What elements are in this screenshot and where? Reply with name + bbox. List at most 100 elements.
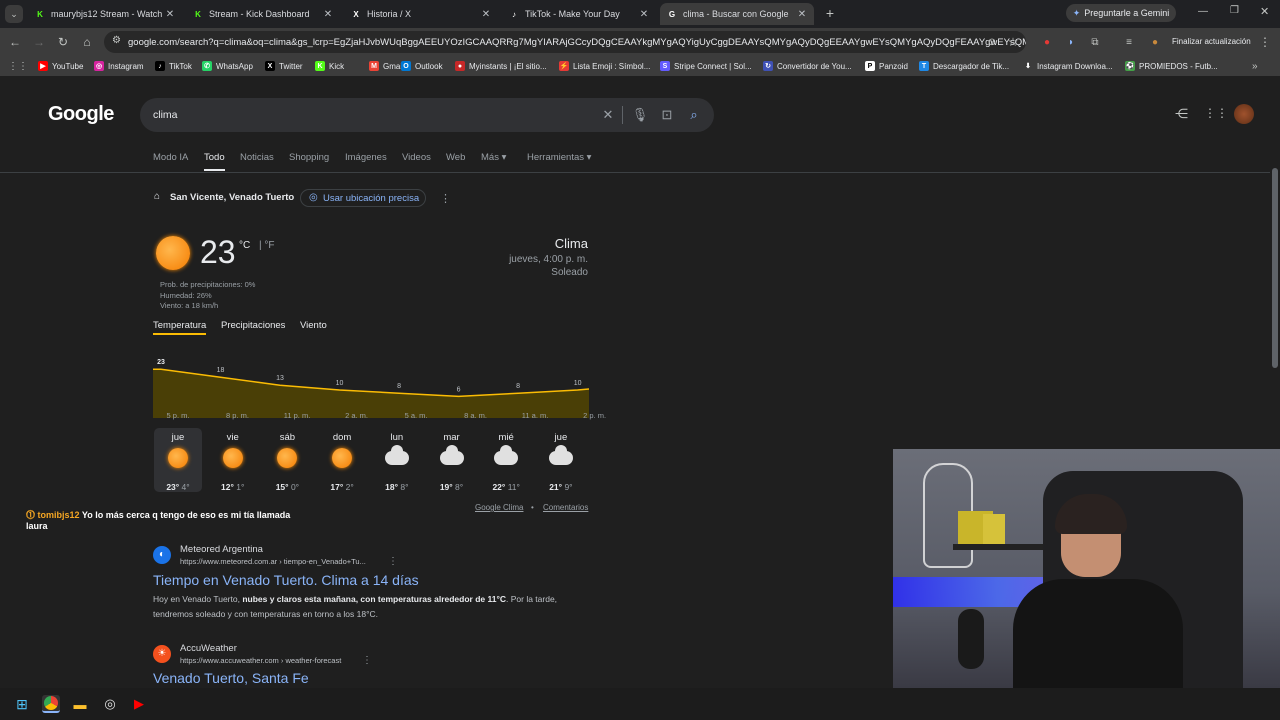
windows-start-icon[interactable]: ⊞	[13, 695, 31, 713]
close-window-button[interactable]: ✕	[1260, 5, 1269, 18]
tab-4[interactable]: ♪ TikTok - Make Your Day ✕	[502, 3, 656, 25]
new-tab-button[interactable]: +	[822, 5, 838, 21]
share-icon[interactable]: ⋲	[1175, 106, 1188, 122]
fahrenheit-toggle[interactable]: | °F	[259, 240, 274, 251]
result-site[interactable]: Meteored Argentina	[180, 544, 263, 555]
file-explorer-icon[interactable]: ▬	[71, 695, 89, 713]
bookmark-item[interactable]: K Kick	[315, 59, 344, 73]
bookmark-item[interactable]: P Panzoid	[865, 59, 908, 73]
tab-close-icon[interactable]: ✕	[796, 9, 808, 20]
forecast-day-7[interactable]: mié 22° 11°	[482, 428, 530, 492]
maximize-button[interactable]: ❐	[1230, 5, 1239, 16]
result-title[interactable]: Venado Tuerto, Santa Fe	[153, 670, 309, 686]
camera-search-icon[interactable]: ⊡	[659, 107, 675, 123]
result-url[interactable]: https://www.accuweather.com › weather-fo…	[180, 656, 341, 665]
nav-tab-9[interactable]: Herramientas ▾	[527, 152, 591, 163]
home-icon[interactable]: ⌂	[78, 33, 96, 51]
tab-search-button[interactable]: ⌄	[5, 5, 23, 23]
bookmark-item[interactable]: ▶ YouTube	[38, 59, 83, 73]
search-box[interactable]: clima ✕ 🎙 ⊡ ⌕	[140, 98, 714, 132]
bookmark-item[interactable]: ⬇ Instagram Downloa...	[1023, 59, 1113, 73]
menu-icon[interactable]: ⋮	[1256, 33, 1274, 51]
tab-2[interactable]: K Stream - Kick Dashboard ✕	[186, 3, 340, 25]
apps-icon[interactable]: ⋮⋮	[8, 59, 28, 73]
tab-viento[interactable]: Viento	[300, 320, 327, 331]
tab-title: clima - Buscar con Google	[683, 9, 789, 19]
update-button[interactable]: Finalizar actualización	[1172, 37, 1251, 46]
bookmark-star-icon[interactable]: ☆	[1004, 33, 1022, 51]
extension-red-icon[interactable]: ●	[1038, 33, 1056, 51]
forecast-day-8[interactable]: jue 21° 9°	[537, 428, 585, 492]
nav-tab-5[interactable]: Imágenes	[345, 152, 387, 163]
bookmark-item[interactable]: X Twitter	[265, 59, 303, 73]
precise-location-button[interactable]: ◎ Usar ubicación precisa	[300, 189, 426, 207]
tab-close-icon[interactable]: ✕	[480, 9, 492, 20]
address-bar[interactable]: ⚙ google.com/search?q=clima&oq=clima&gs_…	[104, 31, 1026, 53]
microphone-icon[interactable]: 🎙	[632, 107, 649, 123]
feedback-link[interactable]: Comentarios	[543, 503, 588, 512]
extension-audio-icon[interactable]: ◗	[1062, 33, 1080, 51]
result-title[interactable]: Tiempo en Venado Tuerto. Clima a 14 días	[153, 572, 419, 588]
bookmark-item[interactable]: ⚽ PROMIEDOS - Futb...	[1125, 59, 1218, 73]
nav-tab-8[interactable]: Más ▾	[481, 152, 506, 163]
minimize-button[interactable]: —	[1198, 6, 1208, 17]
forward-icon[interactable]: →	[30, 33, 48, 51]
nav-tab-3[interactable]: Noticias	[240, 152, 274, 163]
forecast-day-2[interactable]: vie 12° 1°	[209, 428, 257, 492]
nav-tab-6[interactable]: Videos	[402, 152, 431, 163]
celsius-toggle[interactable]: °C	[239, 240, 250, 251]
search-icon[interactable]: ⌕	[686, 107, 702, 123]
bookmark-item[interactable]: ↻ Convertidor de You...	[763, 59, 852, 73]
tab-5[interactable]: Gclima - Buscar con Google ✕	[660, 3, 814, 25]
bookmark-item[interactable]: T Descargador de Tik...	[919, 59, 1009, 73]
bookmark-item[interactable]: O Outlook	[401, 59, 443, 73]
chrome-taskbar-icon[interactable]	[42, 695, 60, 713]
tab-precipitaciones[interactable]: Precipitaciones	[221, 320, 285, 331]
tab-1[interactable]: Kmaurybjs12 Stream - Watch Liv ✕	[28, 3, 182, 25]
tab-close-icon[interactable]: ✕	[164, 9, 176, 20]
tab-close-icon[interactable]: ✕	[322, 9, 334, 20]
clear-icon[interactable]: ✕	[600, 107, 616, 123]
bookmark-item[interactable]: ✆ WhatsApp	[202, 59, 253, 73]
tab-close-icon[interactable]: ✕	[638, 9, 650, 20]
nav-tab-1[interactable]: Modo IA	[153, 152, 188, 163]
result-url[interactable]: https://www.meteored.com.ar › tiempo-en_…	[180, 557, 366, 566]
back-icon[interactable]: ←	[6, 33, 24, 51]
tab-temperatura[interactable]: Temperatura	[153, 320, 206, 331]
bookmark-item[interactable]: ● Myinstants | ¡El sitio...	[455, 59, 547, 73]
nav-tab-2[interactable]: Todo	[204, 152, 225, 163]
extensions-icon[interactable]: ⧉	[1086, 33, 1104, 51]
forecast-day-3[interactable]: sáb 15° 0°	[263, 428, 311, 492]
youtube-taskbar-icon[interactable]: ▶	[130, 695, 148, 713]
bookmark-item[interactable]: S Stripe Connect | Sol...	[660, 59, 752, 73]
scrollbar-thumb[interactable]	[1272, 168, 1278, 368]
forecast-day-1[interactable]: jue 23° 4°	[154, 428, 202, 492]
google-weather-link[interactable]: Google Clima	[475, 503, 523, 512]
bookmark-item[interactable]: ◎ Instagram	[94, 59, 144, 73]
app-taskbar-icon[interactable]: ◎	[101, 695, 119, 713]
media-icon[interactable]: ≡	[1120, 33, 1138, 51]
search-input[interactable]: clima	[153, 109, 178, 121]
result-site[interactable]: AccuWeather	[180, 643, 237, 654]
location-menu-icon[interactable]: ⋮	[440, 192, 451, 205]
site-info-icon[interactable]: ⚙	[112, 35, 121, 46]
location-icon[interactable]: ⊙	[983, 33, 1001, 51]
reload-icon[interactable]: ↻	[54, 33, 72, 51]
profile-avatar[interactable]: ●	[1146, 33, 1164, 51]
nav-tab-4[interactable]: Shopping	[289, 152, 329, 163]
more-bookmarks-icon[interactable]: »	[1252, 59, 1258, 73]
forecast-day-4[interactable]: dom 17° 2°	[318, 428, 366, 492]
result-menu-icon[interactable]: ⋮	[362, 655, 372, 666]
tab-3[interactable]: X Historia / X ✕	[344, 3, 498, 25]
gemini-button[interactable]: ✦ Preguntarle a Gemini	[1066, 4, 1176, 22]
forecast-day-6[interactable]: mar 19° 8°	[428, 428, 476, 492]
google-logo[interactable]: Google	[48, 103, 114, 126]
nav-tab-7[interactable]: Web	[446, 152, 465, 163]
bookmark-item[interactable]: M Gmail	[369, 59, 404, 73]
forecast-day-5[interactable]: lun 18° 8°	[373, 428, 421, 492]
result-menu-icon[interactable]: ⋮	[388, 556, 398, 567]
bookmark-item[interactable]: ♪ TikTok	[155, 59, 192, 73]
account-avatar[interactable]	[1234, 104, 1254, 124]
google-apps-icon[interactable]: ⋮⋮	[1204, 106, 1228, 120]
bookmark-item[interactable]: ⚡ Lista Emoji : Símbol...	[559, 59, 650, 73]
